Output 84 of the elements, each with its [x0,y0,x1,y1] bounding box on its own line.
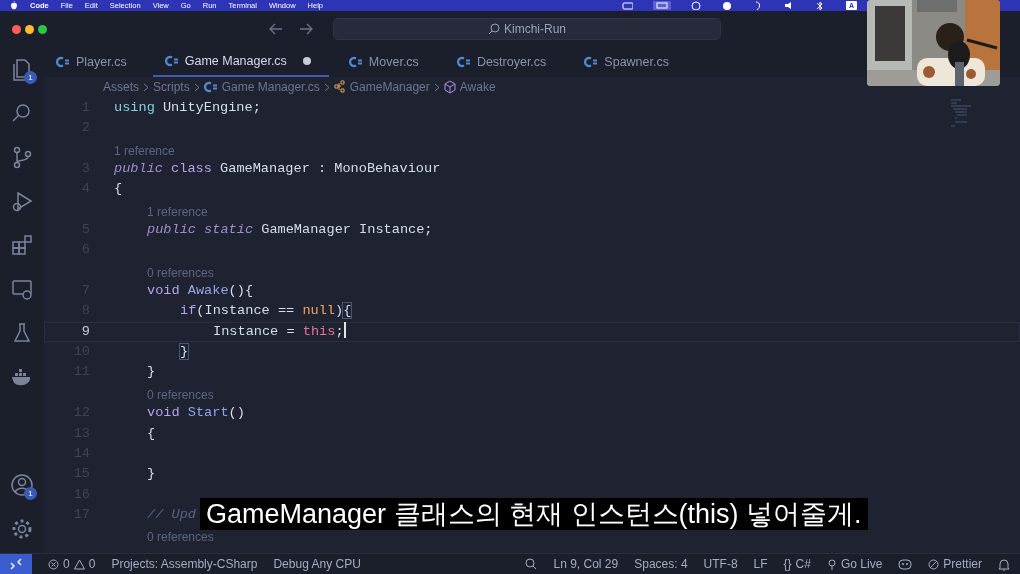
remote-button[interactable] [0,553,32,574]
editor-tab[interactable]: Destroyer.cs [444,47,565,77]
account-icon[interactable] [10,473,34,497]
breadcrumb-item[interactable]: GameManager [349,78,430,96]
run-debug-icon[interactable] [10,189,34,213]
code-line: { [147,424,156,443]
settings-icon[interactable] [10,517,34,541]
csharp-file-icon [203,81,218,93]
warning-count: 0 [88,556,96,573]
go-live-button[interactable]: Go Live [826,555,883,573]
cube-icon [443,80,456,94]
csharp-file-icon [456,56,471,68]
line-ending-setting[interactable]: LF [753,555,768,573]
maximize-button[interactable] [38,24,47,34]
code-line: } [147,465,156,484]
code-line: if(Instance == null){ [180,302,352,321]
close-button[interactable] [12,24,21,34]
error-icon [48,558,59,570]
code-line: // Upd [147,505,196,524]
extensions-icon[interactable] [10,233,34,257]
breadcrumb-item[interactable]: Assets [103,78,139,96]
back-arrow-icon[interactable] [269,23,283,35]
command-search-field[interactable]: Kimchi-Run [333,18,721,40]
notification-badge: 1 [24,487,37,500]
problems-indicator[interactable]: 0 0 [48,555,96,573]
class-icon [333,80,346,94]
tab-label: Spawner.cs [604,53,669,71]
editor-tab[interactable]: Game Manager.cs [152,47,329,77]
editor-tab[interactable]: Spawner.cs [572,47,687,77]
chevron-icon [433,82,440,92]
apple-icon [10,1,18,10]
breadcrumb-item[interactable]: Game Manager.cs [221,78,320,96]
code-line: } [180,343,189,362]
braces-icon: {} [783,555,792,573]
cursor-position[interactable]: Ln 9, Col 29 [553,555,619,573]
breadcrumb-item[interactable]: Awake [459,78,496,96]
status-item[interactable]: Projects: Assembly-CSharp [111,555,258,573]
code-line: Instance = this; [213,322,344,341]
breadcrumb-item[interactable]: Scripts [153,78,190,96]
prohibited-icon [928,558,940,570]
csharp-file-icon [584,56,599,68]
csharp-file-icon [56,56,70,68]
csharp-file-icon [348,56,363,68]
text-cursor [343,321,346,338]
subtitle-caption: GameManager 클래스의 현재 인스턴스(this) 넣어줄게. [200,498,868,530]
code-line: public class GameManager : MonoBehaviour [114,160,441,179]
line-number: 9 [80,322,90,341]
remote-icon [10,558,22,570]
zoom-icon[interactable] [525,558,538,570]
language-mode[interactable]: {} C# [783,555,811,573]
minimize-button[interactable] [25,24,34,34]
chevron-icon [193,82,200,92]
broadcast-icon [826,558,837,570]
code-line: using UnityEngine; [114,99,261,117]
code-line: } [147,363,156,382]
tab-label: Game Manager.cs [184,52,287,70]
editor-tab[interactable]: Player.cs [44,47,145,77]
indentation-setting[interactable]: Spaces: 4 [634,555,688,573]
encoding-setting[interactable]: UTF-8 [703,555,738,573]
status-item[interactable]: Debug Any CPU [273,555,361,573]
camera-icon[interactable] [621,1,633,10]
circle-icon[interactable] [721,1,733,10]
chevron-icon [143,82,149,92]
notification-badge: 1 [24,71,37,84]
copilot-icon[interactable] [898,558,913,570]
language-label: C# [795,556,811,573]
code-line: void Start() [147,404,245,423]
prettier-button[interactable]: Prettier [928,555,982,573]
bell-icon[interactable] [998,557,1010,571]
code-line: public static GameManager Instance; [147,221,433,240]
code-line: void Awake(){ [147,282,254,301]
code-line: { [114,180,123,199]
monitor-icon[interactable] [10,277,34,301]
search-icon [488,23,500,35]
editor-tab[interactable]: Mover.cs [336,47,437,77]
display-icon[interactable] [652,1,671,10]
error-count: 0 [63,556,70,573]
csharp-file-icon [164,55,179,67]
chevron-icon [323,82,330,92]
tab-label: Mover.cs [368,53,419,71]
tab-label: Player.cs [76,53,127,71]
tab-label: Destroyer.cs [476,53,547,71]
warning-icon [73,559,85,571]
forward-arrow-icon[interactable] [299,23,313,35]
